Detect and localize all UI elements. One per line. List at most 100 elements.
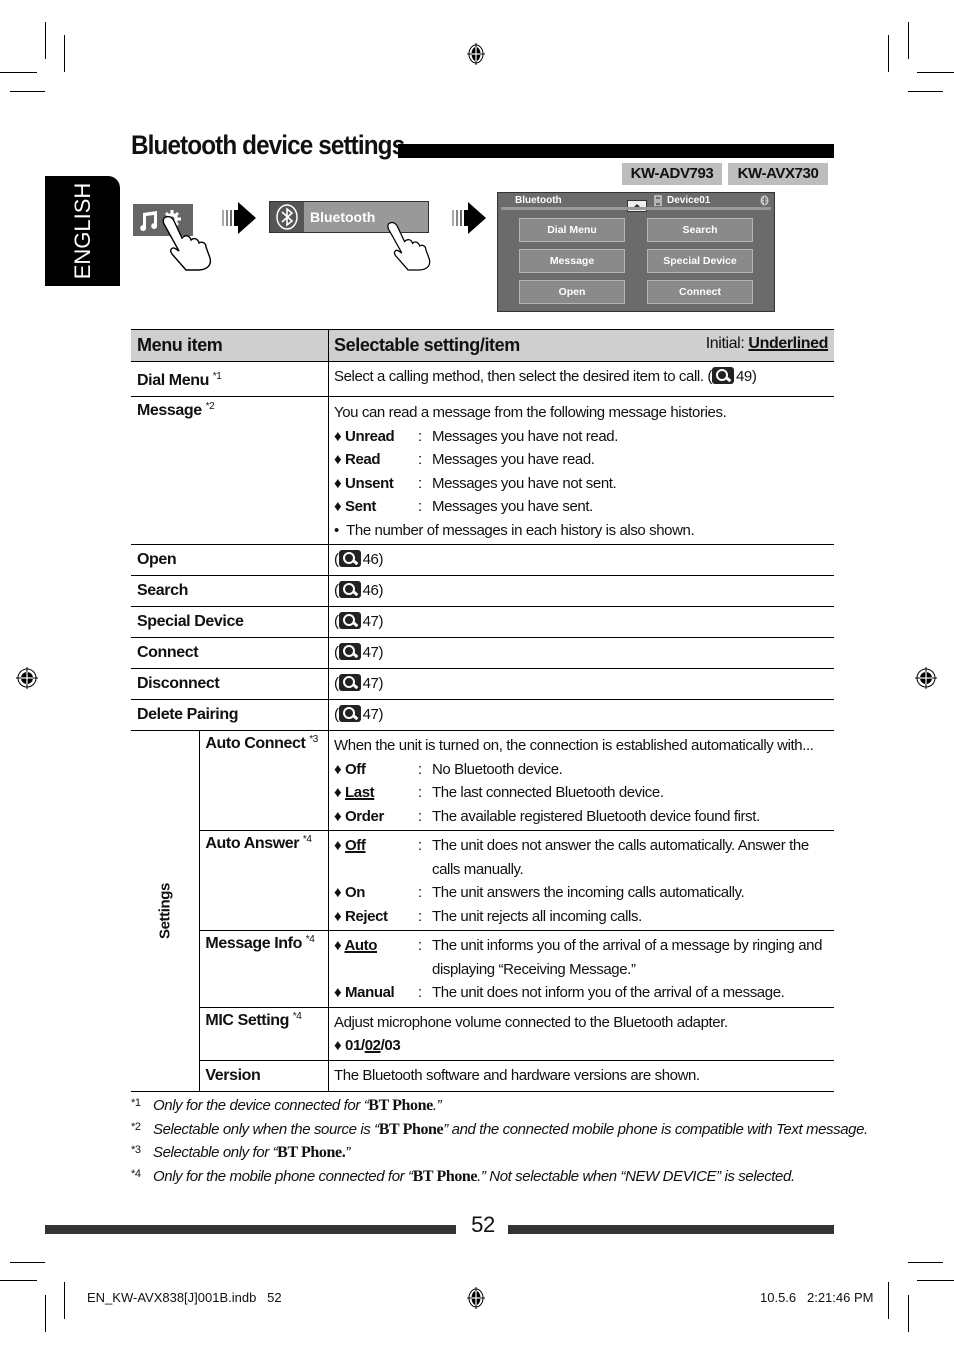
- table-row: Open (46): [131, 544, 834, 576]
- screen-header: Bluetooth Device01: [498, 193, 774, 212]
- crop-mark: [10, 91, 45, 92]
- registration-mark-icon: [16, 667, 38, 689]
- footnote: *4 Only for the mobile phone connected fo…: [131, 1168, 795, 1185]
- print-timestamp: 10.5.6 2:21:46 PM: [760, 1290, 874, 1305]
- menu-item-name: Connect: [137, 644, 199, 661]
- bluetooth-icon-tile: [270, 202, 304, 232]
- settings-table: Menu item Selectable setting/item Initia…: [131, 329, 834, 1092]
- table-row: Disconnect (47): [131, 668, 834, 700]
- registration-mark-icon: [467, 1287, 485, 1309]
- table-row: Connect (47): [131, 637, 834, 669]
- page-reference: 47): [362, 706, 384, 723]
- option-item: ♦ Sent: Messages you have sent.: [334, 498, 593, 515]
- table-row: Settings Auto Connect *3 When the unit i…: [131, 730, 834, 1092]
- setting-name: Auto Connect: [205, 735, 306, 752]
- screen-button-connect: Connect: [647, 280, 753, 304]
- header-selectable: Selectable setting/item Initial: Underli…: [328, 329, 834, 362]
- crop-mark: [64, 1282, 65, 1319]
- arrow-right-icon: [452, 202, 486, 234]
- option-item: ♦ Order: The available registered Bluetoo…: [334, 807, 760, 825]
- footnote-ref: *2: [205, 401, 215, 412]
- mic-level-options: ♦ 01/02/03: [334, 1037, 401, 1054]
- menu-item-name: Message: [137, 402, 202, 419]
- header-selectable-label: Selectable setting/item: [334, 335, 520, 355]
- option-item: ♦ Read: Messages you have read.: [334, 451, 595, 468]
- page-reference-icon: [338, 643, 361, 660]
- arrow-right-icon: [222, 202, 256, 234]
- initial-legend: Initial: Underlined: [706, 335, 834, 353]
- screen-button-search: Search: [647, 218, 753, 242]
- page-reference-icon: [711, 367, 734, 384]
- footnote: *3 Selectable only for “BT Phone.”: [131, 1144, 350, 1161]
- footnote-ref: *4: [305, 934, 315, 945]
- setting-name: Version: [205, 1066, 261, 1084]
- page-reference-icon: [338, 705, 361, 722]
- crop-mark: [908, 1295, 909, 1332]
- print-filename: EN_KW-AVX838[J]001B.indb 52: [87, 1290, 282, 1305]
- crop-mark: [908, 91, 943, 92]
- pointing-hand-icon: [162, 215, 212, 271]
- model-badge: KW-AVX730: [728, 163, 828, 185]
- page-reference: 46): [362, 551, 384, 568]
- bluetooth-menu-label: Bluetooth: [310, 209, 376, 225]
- setting-name: Auto Answer: [205, 835, 300, 852]
- page-reference: 47): [362, 644, 384, 661]
- footnote: *2 Selectable only when the source is “BT…: [131, 1121, 868, 1138]
- crop-mark: [0, 1280, 37, 1281]
- table-row: Special Device (47): [131, 606, 834, 638]
- crop-mark: [10, 1262, 45, 1263]
- setting-name: Message Info: [205, 935, 302, 952]
- crop-mark: [908, 22, 909, 59]
- description: When the unit is turned on, the connecti…: [334, 737, 814, 754]
- crop-mark: [64, 35, 65, 72]
- header-divider: [501, 207, 771, 210]
- page-reference: 47): [362, 675, 384, 692]
- menu-item-name: Special Device: [137, 613, 244, 630]
- language-tab: ENGLISH: [45, 176, 120, 286]
- bluetooth-screen-preview: Bluetooth Device01 Dial Menu Search Mess…: [497, 192, 775, 312]
- option-item: ♦ On: The unit answers the incoming calls…: [334, 884, 745, 901]
- registration-mark-icon: [467, 43, 485, 65]
- model-badge: KW-ADV793: [622, 163, 722, 185]
- crop-mark: [45, 1295, 46, 1332]
- crop-mark: [45, 22, 46, 59]
- screen-button-dial-menu: Dial Menu: [519, 218, 625, 242]
- bluetooth-status-icon: [760, 195, 769, 206]
- page-reference: 46): [362, 582, 384, 599]
- footer-rule-left: [45, 1225, 456, 1234]
- table-row: MIC Setting *4 Adjust microphone volume …: [131, 1007, 834, 1061]
- page-reference: 47): [362, 613, 384, 630]
- phone-icon: [654, 195, 662, 206]
- description: Select a calling method, then select the…: [334, 368, 712, 385]
- screen-button-message: Message: [519, 249, 625, 273]
- crop-mark: [0, 72, 37, 73]
- pointing-hand-icon: [387, 221, 431, 271]
- crop-mark: [888, 35, 889, 72]
- table-row: Search (46): [131, 575, 834, 607]
- initial-value: Underlined: [748, 335, 828, 352]
- table-row: Auto Answer *4 ♦ Off: The unit does not a…: [131, 830, 834, 931]
- option-item: ♦ Unread: Messages you have not read.: [334, 427, 618, 445]
- screen-title: Bluetooth: [515, 195, 562, 206]
- option-item: ♦ Off: No Bluetooth device.: [334, 760, 563, 778]
- page-reference-icon: [338, 612, 361, 629]
- option-item-initial: ♦ Off: The unit does not answer the calls…: [334, 837, 809, 878]
- page-reference-icon: [338, 674, 361, 691]
- table-row: Version The Bluetooth software and hardw…: [131, 1060, 834, 1092]
- crop-mark: [917, 72, 954, 73]
- page-reference: 49): [735, 368, 757, 385]
- option-item: ♦ Manual: The unit does not inform you of…: [334, 984, 785, 1001]
- bluetooth-icon: [276, 204, 298, 230]
- option-item: ♦ Reject: The unit rejects all incoming c…: [334, 907, 642, 925]
- scroll-up-button: [627, 200, 647, 212]
- footnote-ref: *1: [212, 371, 222, 382]
- table-row: Delete Pairing (47): [131, 699, 834, 731]
- menu-item-name: Delete Pairing: [137, 706, 239, 723]
- option-item-initial: ♦ Last: The last connected Bluetooth devi…: [334, 784, 664, 801]
- description: The Bluetooth software and hardware vers…: [334, 1066, 700, 1084]
- option-item: ♦ Unsent: Messages you have not sent.: [334, 474, 617, 492]
- menu-item-name: Open: [137, 551, 177, 568]
- footnote-ref: *4: [302, 834, 312, 845]
- footnote: *1 Only for the device connected for “BT …: [131, 1097, 442, 1114]
- language-label: ENGLISH: [69, 182, 95, 280]
